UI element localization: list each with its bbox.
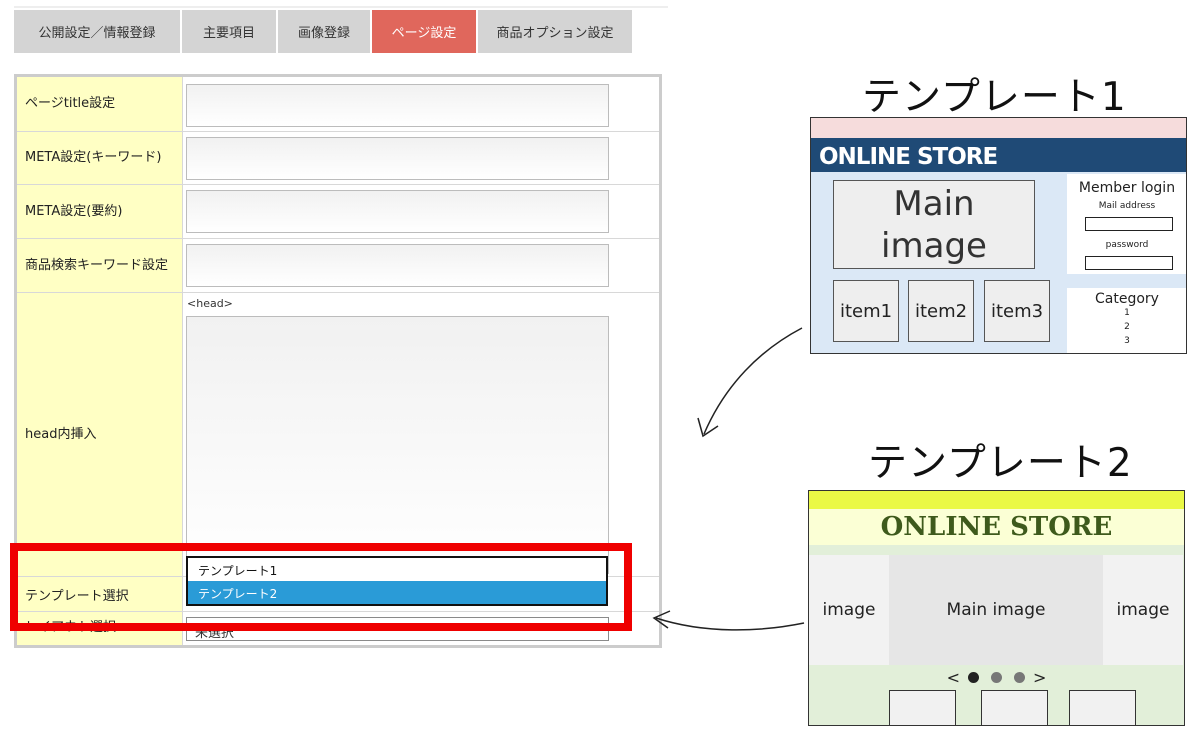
template2-thumb-box — [889, 690, 956, 725]
tab-main-items[interactable]: 主要項目 — [182, 10, 276, 53]
template1-category-title: Category — [1095, 291, 1159, 307]
label-meta-description: META設定(要約) — [17, 185, 183, 238]
label-head-insert: head内挿入 — [17, 293, 183, 576]
template2-title: テンプレート2 — [868, 441, 1133, 486]
template2-right-image: image — [1103, 555, 1183, 665]
tab-bar: 公開設定／情報登録 主要項目 画像登録 ページ設定 商品オプション設定 — [14, 10, 634, 53]
template2-left-image: image — [809, 555, 889, 665]
template2-header: ONLINE STORE — [809, 509, 1184, 545]
tabs-top-divider — [14, 6, 668, 8]
template1-member-login-title: Member login — [1078, 180, 1176, 196]
template2-preview: ONLINE STORE image Main image image < > — [808, 490, 1185, 726]
template1-preview: ONLINE STORE Main image item1 item2 item… — [810, 117, 1187, 354]
label-meta-keywords: META設定(キーワード) — [17, 132, 183, 184]
template1-category-item: 2 — [1124, 322, 1130, 332]
template2-thumb-box — [981, 690, 1048, 725]
template2-slider-nav: < > — [809, 665, 1184, 689]
template2-main-image: Main image — [889, 555, 1103, 665]
arrow-to-dropdown-icon — [655, 617, 805, 631]
template1-top-bar — [811, 118, 1186, 138]
template1-item-1: item1 — [833, 280, 899, 342]
template1-main-image: Main image — [833, 180, 1035, 269]
template1-password-box — [1085, 256, 1173, 270]
highlight-frame — [10, 543, 632, 631]
template1-category-panel: Category 1 2 3 — [1067, 288, 1186, 353]
search-keywords-input[interactable] — [186, 244, 609, 287]
template1-mail-label: Mail address — [1098, 201, 1156, 211]
slider-dot-icon — [968, 671, 979, 683]
label-search-keywords: 商品検索キーワード設定 — [17, 239, 183, 292]
slider-dot-icon — [1014, 671, 1025, 683]
slider-dot-icon — [991, 671, 1002, 683]
template2-next-arrow: > — [1033, 667, 1047, 687]
template1-item-2: item2 — [908, 280, 974, 342]
head-tag-prefix: <head> — [187, 297, 233, 310]
template1-password-label: password — [1105, 240, 1149, 250]
template1-item-3: item3 — [984, 280, 1050, 342]
template1-title: テンプレート1 — [862, 75, 1127, 120]
form-row-page-title: ページtitle設定 — [17, 77, 659, 132]
meta-description-input[interactable] — [186, 190, 609, 233]
form-row-head-insert: head内挿入 <head> — [17, 293, 659, 577]
template1-category-item: 3 — [1124, 336, 1130, 346]
page-title-input[interactable] — [186, 84, 609, 127]
template1-member-login-panel: Member login Mail address password — [1067, 174, 1186, 274]
tab-product-options[interactable]: 商品オプション設定 — [478, 10, 632, 53]
form-row-meta-keywords: META設定(キーワード) — [17, 132, 659, 185]
label-page-title: ページtitle設定 — [17, 77, 183, 131]
template1-mail-box — [1085, 217, 1173, 231]
tab-image-registration[interactable]: 画像登録 — [278, 10, 370, 53]
arrowhead-icon — [697, 417, 719, 438]
template2-prev-arrow: < — [946, 667, 960, 687]
form-row-search-keywords: 商品検索キーワード設定 — [17, 239, 659, 293]
template1-category-item: 1 — [1124, 308, 1130, 318]
arrow-to-template1-icon — [703, 327, 803, 435]
template2-top-bar — [809, 491, 1184, 509]
template2-thumb-box — [1069, 690, 1136, 725]
tab-page-settings[interactable]: ページ設定 — [372, 10, 476, 53]
tab-publish-settings[interactable]: 公開設定／情報登録 — [14, 10, 180, 53]
head-insert-textarea[interactable] — [186, 316, 609, 574]
form-row-meta-description: META設定(要約) — [17, 185, 659, 239]
meta-keywords-input[interactable] — [186, 137, 609, 180]
template1-header: ONLINE STORE — [811, 138, 1186, 172]
